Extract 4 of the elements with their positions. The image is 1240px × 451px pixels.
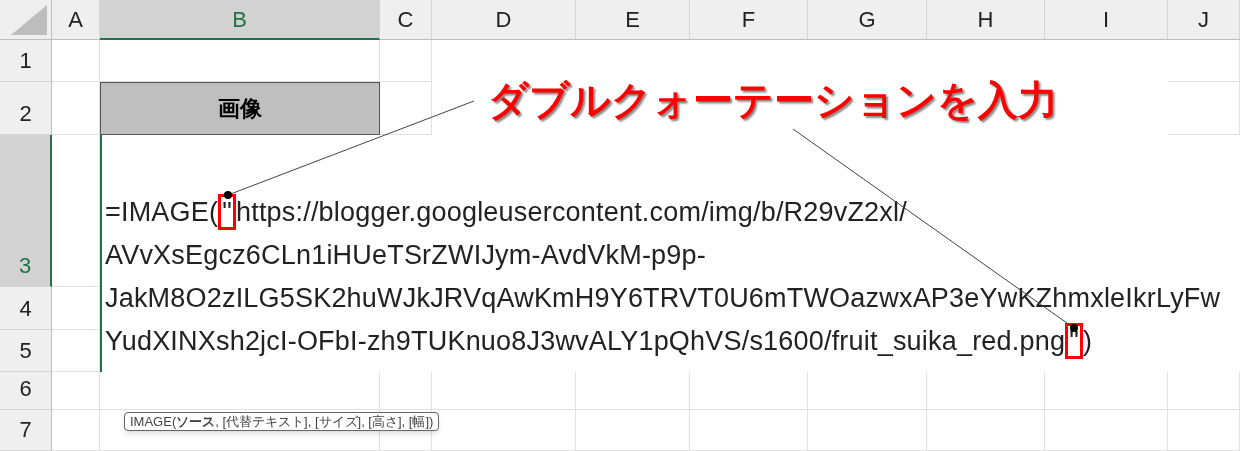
formula-line: AVvXsEgcz6CLn1iHUeTSrZWIJym-AvdVkM-p9p- — [105, 240, 707, 270]
function-tooltip: IMAGE(ソース, [代替テキスト], [サイズ], [高さ], [幅]) — [124, 412, 440, 431]
header-cell: 画像 — [100, 82, 380, 135]
callout-text: ダブルクォーテーションを入力 — [488, 76, 1058, 123]
